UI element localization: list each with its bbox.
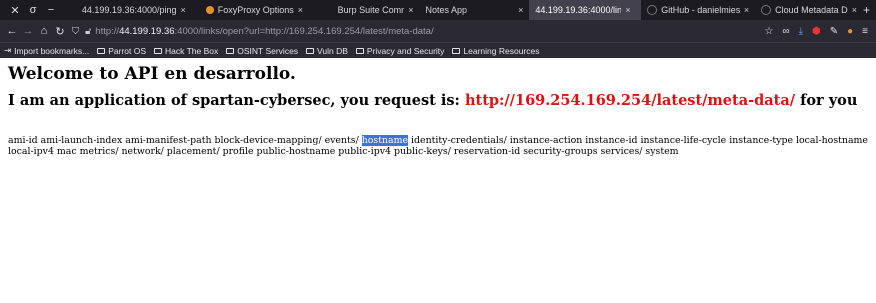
back-icon[interactable]: ← [4, 25, 20, 37]
github-icon [761, 5, 772, 15]
tab-label: Burp Suite Communi [337, 5, 405, 15]
requested-url: http://169.254.169.254/latest/meta-data/ [464, 92, 796, 109]
folder-icon [355, 47, 364, 54]
bookmark-label: Privacy and Security [366, 45, 445, 56]
import-icon: ⇥ [4, 45, 12, 55]
tab-label: 44.199.19.36:4000/ping [81, 5, 177, 15]
page-heading: Welcome to API en desarrollo. [8, 64, 296, 84]
toolbar-icons: ☆ ∞ ⤓ ⬢ ✎ ● ≡ [764, 26, 876, 37]
tab-close-icon[interactable]: × [518, 5, 523, 15]
bookmark-import[interactable]: ⇥ Import bookmarks... [4, 45, 89, 56]
tab-close-icon[interactable]: × [852, 5, 857, 15]
navigation-bar: ← → ⌂ ↻ ⛉ 🔓︎ http://44.199.19.36:4000/li… [0, 20, 876, 42]
tab-bar: ✕ σ − 44.199.19.36:4000/ping × FoxyProxy… [0, 0, 876, 20]
subheading-text: I am an application of spartan-cybersec,… [8, 92, 465, 109]
subheading-suffix: for you [795, 92, 858, 109]
foxyproxy-extension-icon[interactable]: ● [847, 26, 853, 37]
bookmark-star-icon[interactable]: ☆ [764, 26, 773, 37]
tab-close-icon[interactable]: × [181, 5, 186, 15]
folder-icon [97, 47, 106, 54]
bookmark-label: OSINT Services [237, 45, 299, 56]
tab-label: Cloud Metadata Dictio [775, 5, 848, 15]
github-icon [647, 5, 658, 15]
close-window-icon[interactable]: ✕ [6, 4, 24, 17]
bookmark-parrot-os[interactable]: Parrot OS [97, 46, 146, 56]
menu-icon[interactable]: σ [24, 4, 42, 16]
bookmark-label: Learning Resources [463, 45, 540, 56]
bookmark-vuln-db[interactable]: Vuln DB [306, 46, 348, 56]
bookmark-label: Parrot OS [108, 45, 147, 56]
bookmarks-toolbar: ⇥ Import bookmarks... Parrot OS Hack The … [0, 42, 876, 58]
metadata-list: ami-id ami-launch-index ami-manifest-pat… [8, 135, 870, 157]
insecure-lock-icon[interactable]: 🔓︎ [85, 26, 91, 37]
bookmark-label: Hack The Box [165, 45, 219, 56]
bookmark-osint[interactable]: OSINT Services [226, 46, 298, 56]
tab-cloud-metadata[interactable]: Cloud Metadata Dictio × [755, 0, 863, 20]
folder-icon [306, 47, 315, 54]
bookmark-label: Vuln DB [317, 45, 348, 56]
tab-github[interactable]: GitHub - danielmiess × [641, 0, 755, 20]
selected-text: hostname [361, 135, 409, 146]
tab-close-icon[interactable]: × [298, 5, 303, 15]
wrench-icon[interactable]: ✎ [830, 26, 838, 37]
home-icon[interactable]: ⌂ [36, 25, 52, 37]
download-icon[interactable]: ⤓ [799, 26, 803, 37]
window-controls: ✕ σ − [0, 4, 76, 17]
foxyproxy-icon [205, 6, 214, 14]
forward-icon[interactable]: → [20, 25, 36, 37]
bookmark-hack-the-box[interactable]: Hack The Box [154, 46, 218, 56]
tab-close-icon[interactable]: × [625, 5, 630, 15]
mask-icon[interactable]: ∞ [782, 26, 789, 37]
url-bar[interactable]: ⛉ 🔓︎ http://44.199.19.36:4000/links/open… [68, 20, 764, 42]
folder-icon [226, 47, 235, 54]
page-content: Welcome to API en desarrollo. I am an ap… [0, 58, 876, 157]
tab-label: Notes App [425, 5, 468, 15]
bookmark-privacy[interactable]: Privacy and Security [355, 45, 445, 56]
tab-foxyproxy[interactable]: FoxyProxy Options × [200, 0, 320, 20]
tab-notes[interactable]: Notes App × [420, 0, 530, 20]
tab-label: GitHub - danielmiess [661, 5, 740, 15]
minimize-icon[interactable]: − [42, 4, 60, 16]
folder-icon [154, 47, 163, 54]
reload-icon[interactable]: ↻ [52, 25, 68, 38]
tab-close-icon[interactable]: × [408, 5, 413, 15]
tab-links-active[interactable]: 44.199.19.36:4000/links × [529, 0, 642, 20]
shield-icon[interactable]: ⛉ [72, 26, 79, 37]
browser-chrome: ✕ σ − 44.199.19.36:4000/ping × FoxyProxy… [0, 0, 876, 58]
new-tab-button[interactable]: + [863, 3, 876, 17]
tab-label: FoxyProxy Options [217, 5, 294, 15]
menu-hamburger-icon[interactable]: ≡ [862, 26, 868, 37]
metadata-text: ami-id ami-launch-index ami-manifest-pat… [8, 135, 362, 146]
url-path: :4000/links/open?url=http://169.254.169.… [174, 25, 434, 37]
tab-ping[interactable]: 44.199.19.36:4000/ping × [76, 0, 200, 20]
bookmark-learning[interactable]: Learning Resources [452, 46, 539, 56]
tab-label: 44.199.19.36:4000/links [535, 5, 622, 15]
url-prefix: http:// [95, 25, 120, 37]
tab-burp[interactable]: Burp Suite Communi × [320, 0, 420, 20]
folder-icon [452, 47, 461, 54]
ublock-icon[interactable]: ⬢ [812, 26, 821, 37]
page-subheading: I am an application of spartan-cybersec,… [8, 92, 868, 109]
bookmark-label: Import bookmarks... [14, 45, 90, 56]
url-host: 44.199.19.36 [119, 25, 175, 37]
tab-close-icon[interactable]: × [744, 5, 749, 15]
